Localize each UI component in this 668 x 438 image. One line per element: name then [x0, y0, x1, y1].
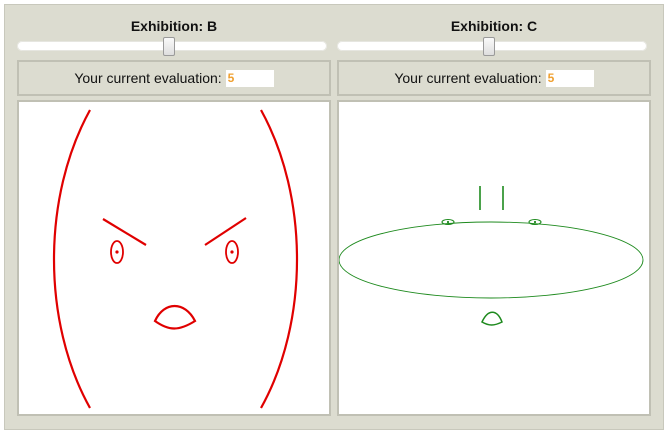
right-pupil — [230, 250, 234, 254]
evaluation-box: Your current evaluation: 5 — [17, 60, 331, 96]
mouth — [481, 311, 503, 326]
face-drawing-c — [339, 186, 644, 326]
exhibition-panel-c: Exhibition: C Your current evaluation: 5 — [337, 5, 651, 425]
evaluation-app: Exhibition: B Your current evaluation: 5 — [4, 4, 664, 430]
face-b-strokes — [52, 109, 299, 409]
face-canvas — [17, 100, 331, 416]
slider-thumb[interactable] — [163, 37, 175, 56]
evaluation-box: Your current evaluation: 5 — [337, 60, 651, 96]
evaluation-slider[interactable] — [17, 37, 327, 56]
face-c-strokes — [339, 186, 644, 326]
face-drawing-b — [52, 109, 299, 409]
mouth — [153, 305, 197, 330]
right-pupil — [533, 220, 537, 224]
left-eyebrow — [102, 218, 147, 246]
exhibition-panel-b: Exhibition: B Your current evaluation: 5 — [17, 5, 331, 425]
evaluation-label: Your current evaluation: — [394, 70, 542, 86]
evaluation-label: Your current evaluation: — [74, 70, 222, 86]
left-pupil — [115, 250, 119, 254]
head-outline — [339, 221, 644, 299]
exhibition-title: Exhibition: C — [450, 18, 538, 34]
head-outline — [260, 109, 299, 409]
exhibition-title: Exhibition: B — [130, 18, 218, 34]
evaluation-slider[interactable] — [337, 37, 647, 56]
face-canvas — [337, 100, 651, 416]
left-pupil — [446, 220, 450, 224]
right-eyebrow — [204, 217, 247, 246]
evaluation-value-field[interactable]: 5 — [545, 69, 594, 87]
head-outline — [52, 109, 91, 409]
slider-thumb[interactable] — [483, 37, 495, 56]
evaluation-value-field[interactable]: 5 — [225, 69, 274, 87]
